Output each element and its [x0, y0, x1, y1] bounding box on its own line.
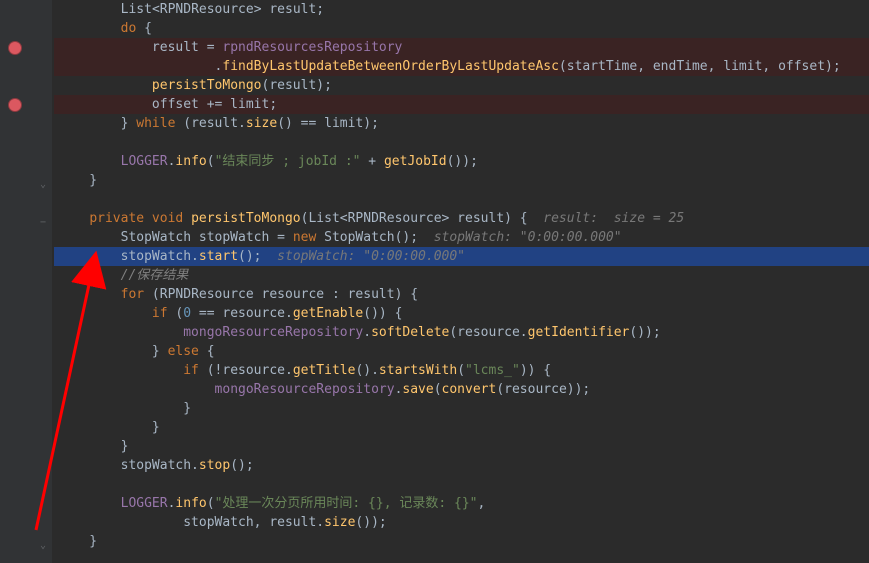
- fold-end-icon[interactable]: ⌄: [38, 536, 48, 546]
- breakpoint-icon[interactable]: [8, 41, 22, 55]
- code-line[interactable]: mongoResourceRepository.softDelete(resou…: [54, 323, 869, 342]
- code-line[interactable]: } while (result.size() == limit);: [54, 114, 869, 133]
- code-line[interactable]: //保存结果: [54, 266, 869, 285]
- code-line[interactable]: for (RPNDResource resource : result) {: [54, 285, 869, 304]
- code-line[interactable]: }: [54, 171, 869, 190]
- code-line[interactable]: }: [54, 418, 869, 437]
- code-line[interactable]: mongoResourceRepository.save(convert(res…: [54, 380, 869, 399]
- code-line[interactable]: private void persistToMongo(List<RPNDRes…: [54, 209, 869, 228]
- code-line[interactable]: }: [54, 399, 869, 418]
- code-line[interactable]: stopWatch.stop();: [54, 456, 869, 475]
- code-line[interactable]: } else {: [54, 342, 869, 361]
- breakpoint-icon[interactable]: [8, 98, 22, 112]
- gutter[interactable]: ⌄ − ⌄: [0, 0, 52, 563]
- code-line[interactable]: [54, 475, 869, 494]
- code-line[interactable]: offset += limit;: [54, 95, 869, 114]
- fold-end-icon[interactable]: ⌄: [38, 175, 48, 185]
- code-line[interactable]: StopWatch stopWatch = new StopWatch(); s…: [54, 228, 869, 247]
- code-line[interactable]: persistToMongo(result);: [54, 76, 869, 95]
- code-area[interactable]: List<RPNDResource> result; do { result =…: [52, 0, 869, 563]
- code-line[interactable]: if (!resource.getTitle().startsWith("lcm…: [54, 361, 869, 380]
- code-line[interactable]: LOGGER.info("结束同步 ; jobId :" + getJobId(…: [54, 152, 869, 171]
- code-line[interactable]: if (0 == resource.getEnable()) {: [54, 304, 869, 323]
- code-line[interactable]: stopWatch, result.size());: [54, 513, 869, 532]
- code-line-current[interactable]: stopWatch.start(); stopWatch: "0:00:00.0…: [54, 247, 869, 266]
- code-line[interactable]: }: [54, 532, 869, 551]
- code-line[interactable]: List<RPNDResource> result;: [54, 0, 869, 19]
- code-line[interactable]: }: [54, 437, 869, 456]
- code-line[interactable]: LOGGER.info("处理一次分页所用时间: {}, 记录数: {}",: [54, 494, 869, 513]
- fold-minus-icon[interactable]: −: [38, 213, 48, 223]
- code-line[interactable]: .findByLastUpdateBetweenOrderByLastUpdat…: [54, 57, 869, 76]
- code-line[interactable]: result = rpndResourcesRepository: [54, 38, 869, 57]
- code-line[interactable]: [54, 133, 869, 152]
- code-editor[interactable]: ⌄ − ⌄ List<RPNDResource> result; do { re…: [0, 0, 869, 563]
- code-line[interactable]: do {: [54, 19, 869, 38]
- code-line[interactable]: [54, 190, 869, 209]
